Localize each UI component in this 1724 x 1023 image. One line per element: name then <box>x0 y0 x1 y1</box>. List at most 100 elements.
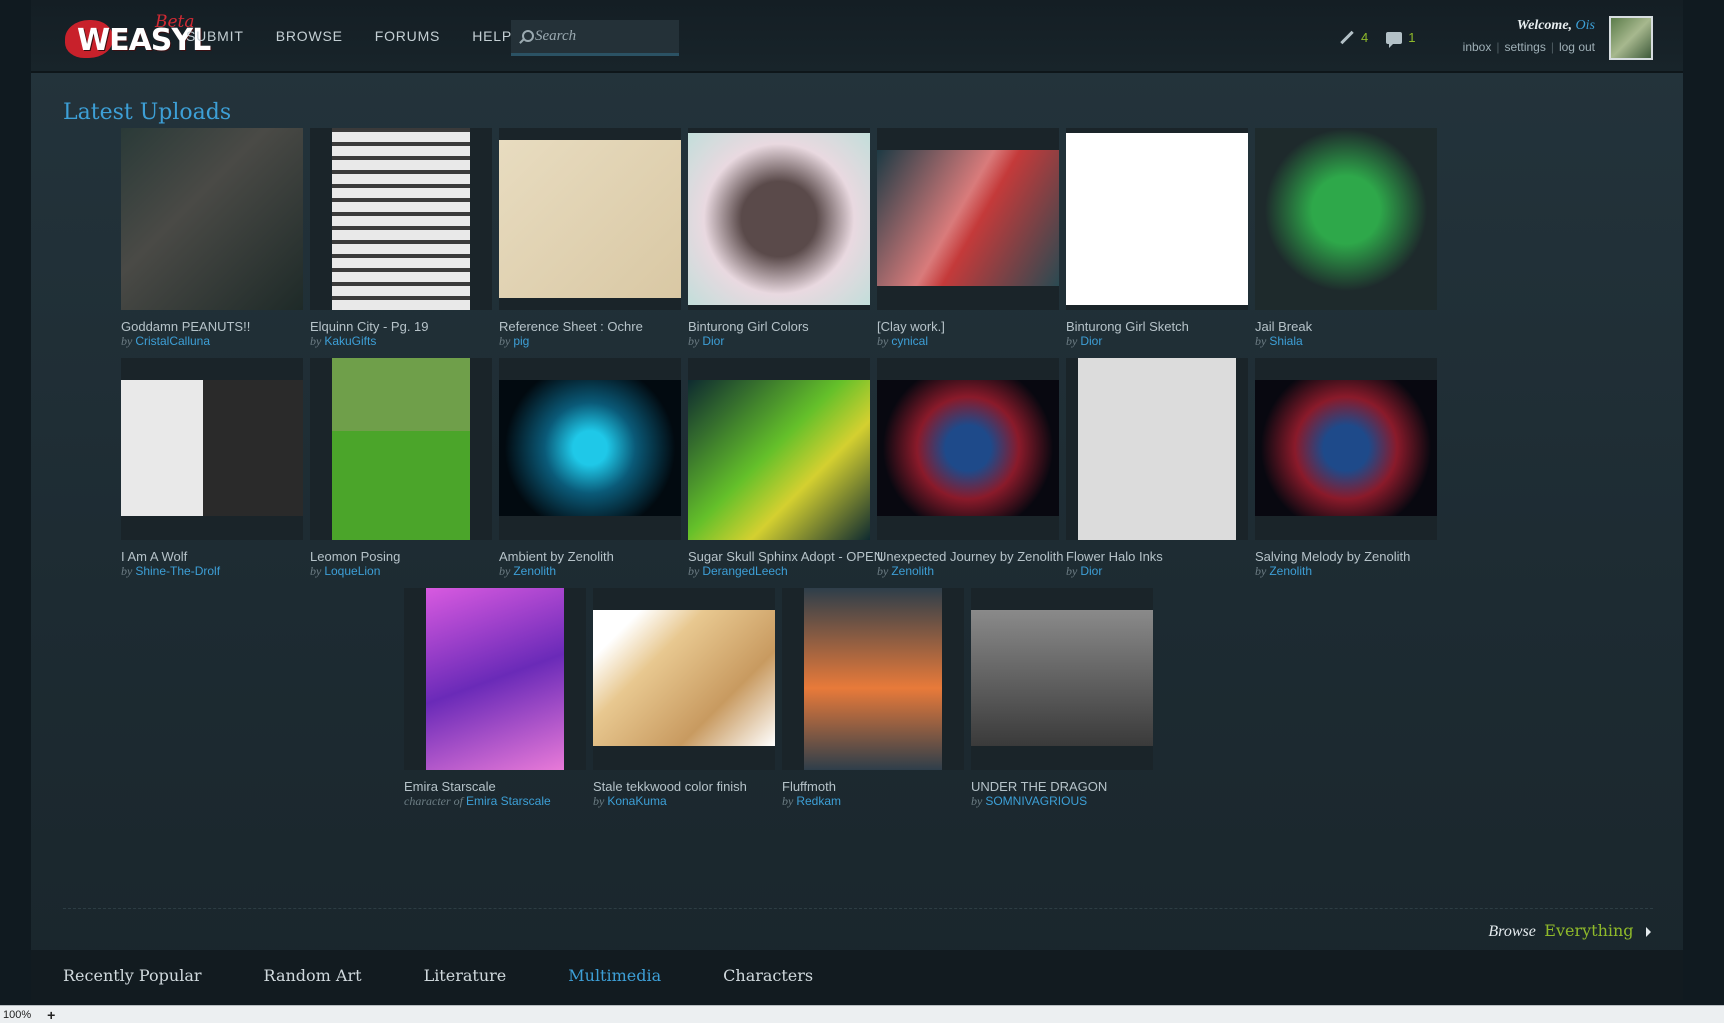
tab-random-art[interactable]: Random Art <box>264 966 362 985</box>
author-link[interactable]: Dior <box>702 334 724 348</box>
welcome-label: Welcome, <box>1516 18 1573 33</box>
tab-literature[interactable]: Literature <box>424 966 507 985</box>
thumbnail[interactable] <box>1255 128 1437 310</box>
thumbnail[interactable] <box>310 128 492 310</box>
thumbnail[interactable] <box>499 358 681 540</box>
by-label: character of <box>404 794 466 808</box>
upload-title[interactable]: [Clay work.] <box>877 319 945 334</box>
thumbnail[interactable] <box>404 588 586 770</box>
upload-title[interactable]: Salving Melody by Zenolith <box>1255 549 1410 564</box>
upload-author: by Shiala <box>1255 334 1303 349</box>
upload-title[interactable]: Emira Starscale <box>404 779 496 794</box>
tab-recently-popular[interactable]: Recently Popular <box>63 966 202 985</box>
upload-title[interactable]: UNDER THE DRAGON <box>971 779 1107 794</box>
author-link[interactable]: Emira Starscale <box>466 794 551 808</box>
nav-browse[interactable]: BROWSE <box>276 28 343 44</box>
author-link[interactable]: Shine-The-Drolf <box>135 564 220 578</box>
logout-link[interactable]: log out <box>1559 40 1595 54</box>
upload-title[interactable]: Reference Sheet : Ochre <box>499 319 643 334</box>
by-label: by <box>1255 334 1270 348</box>
author-link[interactable]: SOMNIVAGRIOUS <box>985 794 1087 808</box>
weasyl-logo[interactable]: WEASYL Beta <box>63 12 211 60</box>
author-link[interactable]: Zenolith <box>1269 564 1312 578</box>
thumbnail-image <box>804 588 942 770</box>
username-link[interactable]: Ois <box>1576 18 1595 33</box>
author-link[interactable]: CristalCalluna <box>135 334 210 348</box>
by-label: by <box>782 794 797 808</box>
thumbnail[interactable] <box>1066 128 1248 310</box>
avatar[interactable] <box>1609 16 1653 60</box>
nav-help[interactable]: HELP <box>472 28 512 44</box>
thumbnail[interactable] <box>310 358 492 540</box>
upload-title[interactable]: Binturong Girl Colors <box>688 319 809 334</box>
thumbnail-image <box>499 380 681 516</box>
author-link[interactable]: Dior <box>1080 334 1102 348</box>
thumbnail[interactable] <box>499 128 681 310</box>
author-link[interactable]: Redkam <box>796 794 841 808</box>
upload-title[interactable]: I Am A Wolf <box>121 549 187 564</box>
upload-title[interactable]: Unexpected Journey by Zenolith <box>877 549 1063 564</box>
by-label: by <box>1255 564 1270 578</box>
search-input[interactable] <box>535 28 675 45</box>
by-label: by <box>688 564 703 578</box>
comments-counter[interactable]: 1 <box>1386 30 1416 48</box>
thumbnail-image <box>593 610 775 746</box>
thumbnail[interactable] <box>593 588 775 770</box>
upload-author: by LoqueLion <box>310 564 380 579</box>
tab-multimedia[interactable]: Multimedia <box>568 966 661 985</box>
upload-author: by cynical <box>877 334 928 349</box>
author-link[interactable]: cynical <box>891 334 928 348</box>
settings-link[interactable]: settings <box>1504 40 1545 54</box>
by-label: by <box>121 334 136 348</box>
comments-count: 1 <box>1408 30 1416 45</box>
author-link[interactable]: DerangedLeech <box>702 564 787 578</box>
by-label: by <box>593 794 608 808</box>
upload-author: by Zenolith <box>877 564 934 579</box>
upload-title[interactable]: Fluffmoth <box>782 779 836 794</box>
thumbnail-image <box>877 150 1059 286</box>
thumbnail[interactable] <box>688 358 870 540</box>
thumbnail[interactable] <box>971 588 1153 770</box>
thumbnail[interactable] <box>121 128 303 310</box>
upload-title[interactable]: Elquinn City - Pg. 19 <box>310 319 429 334</box>
author-link[interactable]: Dior <box>1080 564 1102 578</box>
upload-title[interactable]: Jail Break <box>1255 319 1312 334</box>
upload-title[interactable]: Stale tekkwood color finish <box>593 779 747 794</box>
author-link[interactable]: Shiala <box>1269 334 1302 348</box>
upload-title[interactable]: Leomon Posing <box>310 549 400 564</box>
thumbnail-image <box>499 140 681 298</box>
thumbnail-image <box>1255 128 1437 310</box>
search-box <box>511 20 679 56</box>
thumbnail[interactable] <box>782 588 964 770</box>
by-label: by <box>877 334 892 348</box>
upload-title[interactable]: Sugar Skull Sphinx Adopt - OPEN <box>688 549 883 564</box>
thumbnail[interactable] <box>121 358 303 540</box>
thumbnail[interactable] <box>877 128 1059 310</box>
nav-forums[interactable]: FORUMS <box>375 28 440 44</box>
author-link[interactable]: KakuGifts <box>324 334 376 348</box>
upload-author: by DerangedLeech <box>688 564 788 579</box>
thumbnail[interactable] <box>877 358 1059 540</box>
upload-title[interactable]: Ambient by Zenolith <box>499 549 614 564</box>
zoom-in-icon[interactable]: + <box>47 1007 55 1023</box>
upload-title[interactable]: Flower Halo Inks <box>1066 549 1163 564</box>
browser-statusbar: 100% + <box>0 1005 1724 1023</box>
submissions-counter[interactable]: 4 <box>1339 30 1368 45</box>
author-link[interactable]: pig <box>513 334 529 348</box>
upload-title[interactable]: Goddamn PEANUTS!! <box>121 319 250 334</box>
nav-submit[interactable]: SUBMIT <box>186 28 244 44</box>
author-link[interactable]: Zenolith <box>513 564 556 578</box>
zoom-level[interactable]: 100% <box>3 1009 31 1021</box>
author-link[interactable]: KonaKuma <box>607 794 666 808</box>
arrow-right-icon <box>1646 926 1651 937</box>
upload-title[interactable]: Binturong Girl Sketch <box>1066 319 1189 334</box>
author-link[interactable]: Zenolith <box>891 564 934 578</box>
author-link[interactable]: LoqueLion <box>324 564 380 578</box>
thumbnail[interactable] <box>1255 358 1437 540</box>
inbox-link[interactable]: inbox <box>1463 40 1492 54</box>
tab-characters[interactable]: Characters <box>723 966 813 985</box>
browse-everything-link[interactable]: Everything <box>1544 921 1633 940</box>
thumbnail-image <box>121 380 303 516</box>
thumbnail[interactable] <box>688 128 870 310</box>
thumbnail[interactable] <box>1066 358 1248 540</box>
